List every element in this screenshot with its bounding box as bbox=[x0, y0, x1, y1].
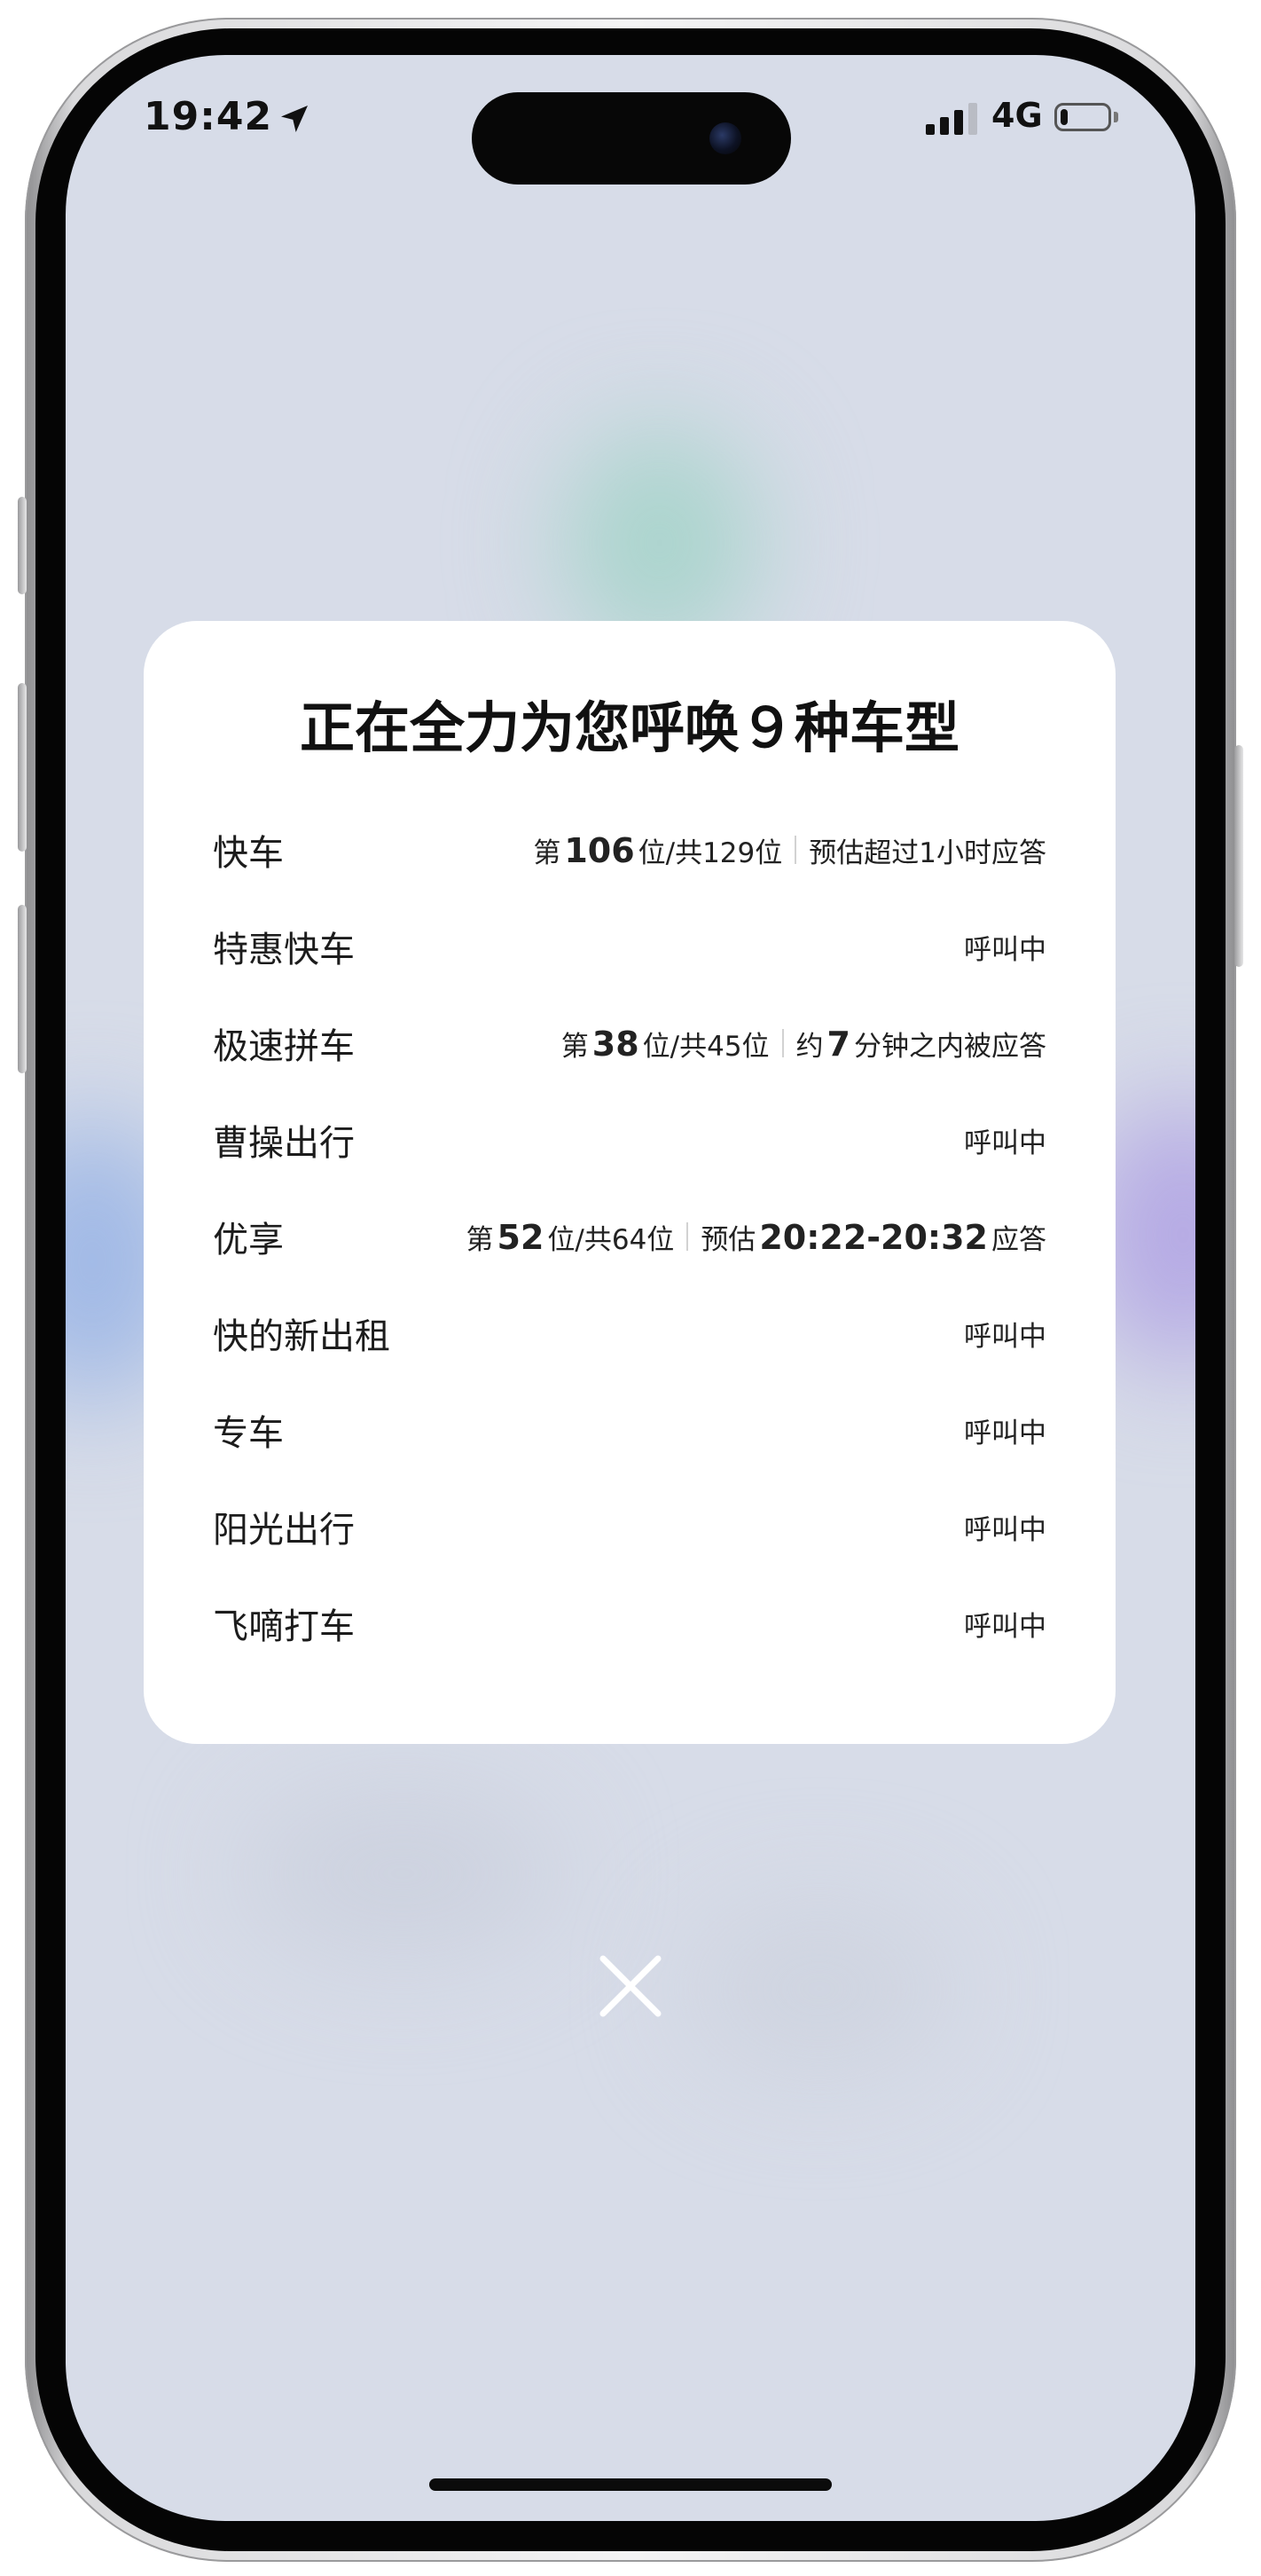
status-highlight: 20:22-20:32 bbox=[759, 1217, 988, 1257]
status-text: 呼叫中 bbox=[964, 1417, 1046, 1449]
home-indicator[interactable] bbox=[429, 2478, 832, 2491]
vehicle-name: 优享 bbox=[213, 1220, 284, 1261]
vehicle-name: 快车 bbox=[213, 833, 284, 874]
status-highlight: 106 bbox=[564, 830, 635, 870]
volume-up-button bbox=[18, 683, 27, 852]
vehicle-name: 快的新出租 bbox=[213, 1316, 390, 1357]
network-type: 4G bbox=[991, 96, 1043, 135]
vehicle-row: 快的新出租 呼叫中 bbox=[213, 1307, 1046, 1360]
vehicle-status: 呼叫中 bbox=[964, 1507, 1046, 1547]
status-text: 第 bbox=[466, 1223, 494, 1256]
battery-level bbox=[1061, 109, 1068, 125]
status-time: 19:42 bbox=[144, 94, 273, 139]
status-text: 预估超过1小时应答 bbox=[809, 836, 1046, 869]
vehicle-row: 专车 呼叫中 bbox=[213, 1403, 1046, 1457]
status-text: 位/共45位 bbox=[642, 1030, 770, 1063]
status-text: 呼叫中 bbox=[964, 1513, 1046, 1546]
close-icon[interactable] bbox=[598, 1953, 663, 2019]
status-text: 位/共64位 bbox=[547, 1223, 675, 1256]
screen: 19:42 4G 正在全力为您呼唤９种车型 快车第 106 位/共129位 预估超过1… bbox=[66, 55, 1195, 2521]
dynamic-island bbox=[472, 92, 791, 185]
vehicle-name: 曹操出行 bbox=[213, 1123, 355, 1164]
status-highlight: 52 bbox=[497, 1217, 544, 1257]
vehicle-status: 第 52 位/共64位 预估 20:22-20:32 应答 bbox=[466, 1217, 1046, 1257]
vehicle-row: 飞嘀打车 呼叫中 bbox=[213, 1597, 1046, 1650]
dialog-title: 正在全力为您呼唤９种车型 bbox=[299, 695, 959, 760]
battery-tip bbox=[1114, 112, 1118, 122]
status-bar: 19:42 4G bbox=[66, 55, 1195, 188]
vehicle-row: 快车 第 106 位/共129位 预估超过1小时应答 bbox=[213, 823, 1046, 876]
status-text: 应答 bbox=[991, 1223, 1046, 1256]
vehicle-status: 呼叫中 bbox=[964, 1604, 1046, 1644]
volume-down-button bbox=[18, 905, 27, 1073]
vehicle-name: 飞嘀打车 bbox=[213, 1606, 355, 1647]
status-divider bbox=[686, 1222, 689, 1251]
vehicle-row: 优享 第 52 位/共64位 预估 20:22-20:32 应答 bbox=[213, 1210, 1046, 1263]
cellular-signal-icon bbox=[926, 103, 977, 135]
vehicle-status: 呼叫中 bbox=[964, 1410, 1046, 1450]
status-text: 呼叫中 bbox=[964, 933, 1046, 966]
status-text: 第 bbox=[533, 836, 561, 869]
status-highlight: 7 bbox=[826, 1024, 850, 1064]
status-text: 分钟之内被应答 bbox=[854, 1030, 1046, 1063]
action-button bbox=[18, 497, 27, 594]
status-text: 呼叫中 bbox=[964, 1127, 1046, 1159]
status-text: 呼叫中 bbox=[964, 1320, 1046, 1353]
vehicle-status: 第 106 位/共129位 预估超过1小时应答 bbox=[533, 830, 1046, 870]
vehicle-status: 第 38 位/共45位约 7 分钟之内被应答 bbox=[561, 1024, 1046, 1064]
vehicle-name: 阳光出行 bbox=[213, 1510, 355, 1551]
vehicle-name: 专车 bbox=[213, 1413, 284, 1454]
power-button bbox=[1234, 745, 1243, 967]
vehicle-row: 曹操出行 呼叫中 bbox=[213, 1113, 1046, 1166]
vehicle-status: 呼叫中 bbox=[964, 1314, 1046, 1354]
vehicle-row: 极速拼车 第 38 位/共45位约 7 分钟之内被应答 bbox=[213, 1017, 1046, 1070]
status-text: 预估 bbox=[701, 1223, 756, 1256]
background-blur bbox=[243, 1785, 562, 1962]
vehicle-row: 特惠快车 呼叫中 bbox=[213, 920, 1046, 973]
vehicle-name: 特惠快车 bbox=[213, 930, 355, 970]
status-divider bbox=[781, 1029, 784, 1057]
status-text: 第 bbox=[560, 1030, 589, 1063]
status-text: 位/共129位 bbox=[638, 836, 783, 869]
status-highlight: 38 bbox=[591, 1024, 639, 1064]
vehicle-status: 呼叫中 bbox=[964, 1120, 1046, 1160]
status-text: 呼叫中 bbox=[964, 1610, 1046, 1643]
battery-icon bbox=[1054, 103, 1111, 131]
status-divider bbox=[795, 836, 797, 864]
location-arrow-icon bbox=[281, 106, 308, 132]
status-text: 约 bbox=[795, 1030, 824, 1063]
front-camera bbox=[709, 122, 741, 154]
background-blur bbox=[686, 1900, 952, 2077]
calling-vehicles-dialog: 正在全力为您呼唤９种车型 快车第 106 位/共129位 预估超过1小时应答 特惠快车呼… bbox=[144, 621, 1116, 1744]
vehicle-status: 呼叫中 bbox=[964, 927, 1046, 967]
vehicle-row: 阳光出行 呼叫中 bbox=[213, 1500, 1046, 1553]
vehicle-name: 极速拼车 bbox=[213, 1026, 355, 1067]
